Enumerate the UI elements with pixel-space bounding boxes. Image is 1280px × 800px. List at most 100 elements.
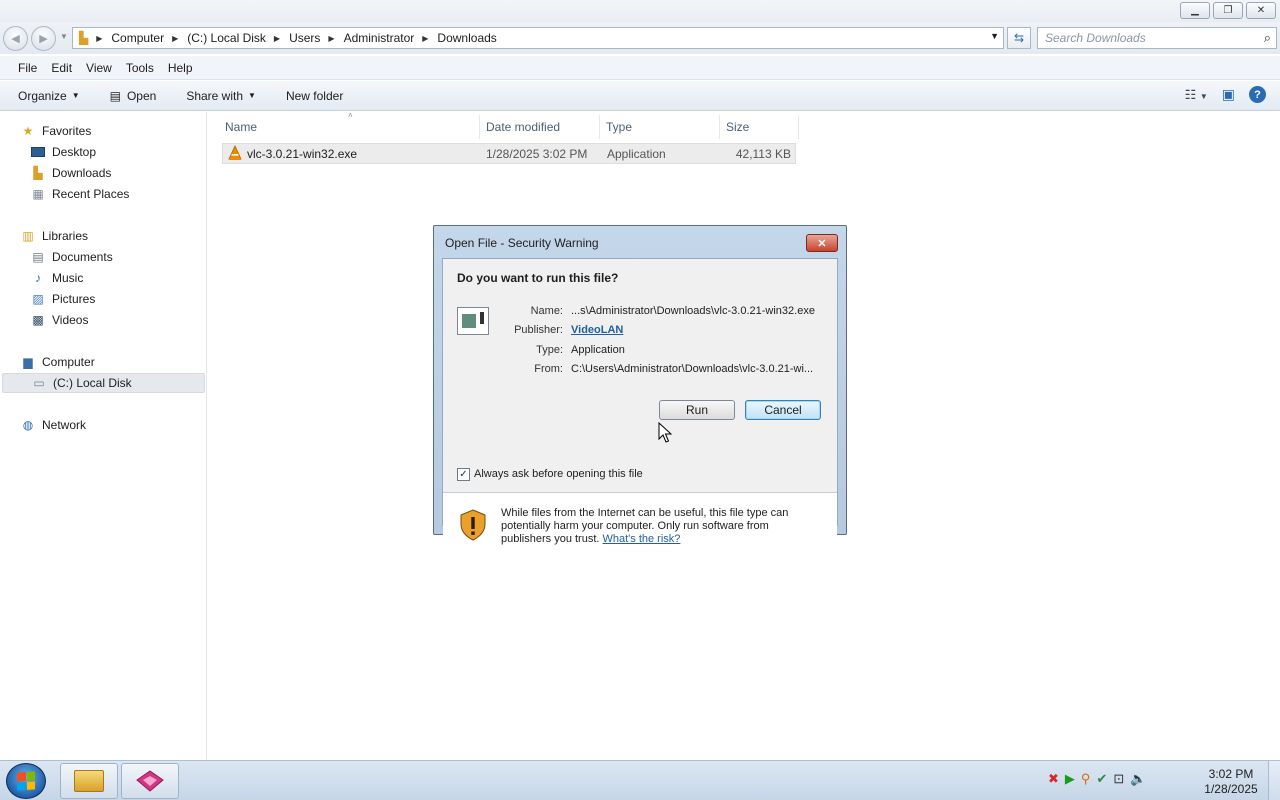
nav-music[interactable]: ♪ Music bbox=[30, 268, 83, 288]
security-center-icon[interactable]: ✔ bbox=[1096, 771, 1107, 787]
nav-desktop[interactable]: Desktop bbox=[30, 142, 96, 162]
nav-videos[interactable]: ▩ Videos bbox=[30, 310, 88, 330]
from-label: From: bbox=[534, 363, 563, 375]
always-ask-label[interactable]: Always ask before opening this file bbox=[474, 468, 643, 480]
column-header-size[interactable]: Size bbox=[719, 115, 799, 139]
file-name: vlc-3.0.21-win32.exe bbox=[247, 147, 358, 161]
share-with-button[interactable]: Share with ▼ bbox=[186, 89, 256, 103]
run-button[interactable]: Run bbox=[659, 400, 735, 420]
breadcrumb-local-disk[interactable]: (C:) Local Disk bbox=[187, 31, 266, 45]
network-icon: ◍ bbox=[22, 418, 34, 432]
view-options-icon[interactable]: ☷ ▼ bbox=[1185, 87, 1208, 103]
network-tray-icon[interactable]: ⊡ bbox=[1113, 771, 1124, 787]
shield-warning-icon bbox=[460, 509, 486, 541]
new-folder-label: New folder bbox=[285, 88, 344, 103]
table-row[interactable]: vlc-3.0.21-win32.exe 1/28/2025 3:02 PM A… bbox=[222, 143, 796, 164]
computer-icon: ▆ bbox=[23, 355, 33, 369]
breadcrumb-users[interactable]: Users bbox=[289, 31, 320, 45]
windows-logo-icon bbox=[17, 771, 35, 791]
dialog-close-button[interactable]: ✕ bbox=[806, 234, 838, 252]
search-input[interactable]: Search Downloads ⌕ bbox=[1037, 27, 1277, 49]
refresh-button[interactable]: ⇆ bbox=[1007, 27, 1031, 49]
nav-computer-label: Computer bbox=[42, 355, 95, 369]
address-bar[interactable]: ▙ ▶ Computer ▶ (C:) Local Disk ▶ Users ▶… bbox=[72, 27, 1004, 49]
taskbar-explorer[interactable] bbox=[60, 763, 118, 799]
start-button[interactable] bbox=[6, 763, 46, 799]
taskbar: ✖ ▶ ⚲ ✔ ⊡ 🔈 3:02 PM 1/28/2025 bbox=[0, 760, 1280, 800]
breadcrumb-computer[interactable]: Computer bbox=[111, 31, 164, 45]
menu-tools[interactable]: Tools bbox=[126, 61, 154, 75]
nav-recent-places[interactable]: ▦ Recent Places bbox=[30, 184, 129, 204]
back-button[interactable]: ◀ bbox=[3, 26, 28, 51]
nav-documents-label: Documents bbox=[52, 250, 113, 264]
taskbar-app[interactable] bbox=[121, 763, 179, 799]
forward-button[interactable]: ▶ bbox=[31, 26, 56, 51]
address-dropdown-icon[interactable]: ▼ bbox=[990, 31, 999, 41]
security-warning-dialog: Open File - Security Warning ✕ Do you wa… bbox=[433, 225, 847, 557]
breadcrumb-separator-icon[interactable]: ▶ bbox=[328, 34, 334, 43]
breadcrumb-administrator[interactable]: Administrator bbox=[344, 31, 415, 45]
file-type: Application bbox=[607, 147, 666, 161]
clock[interactable]: 3:02 PM 1/28/2025 bbox=[1196, 767, 1266, 797]
search-tool-icon[interactable]: ⚲ bbox=[1081, 771, 1091, 787]
checkmark-icon: ✓ bbox=[459, 469, 468, 480]
close-button[interactable]: ✕ bbox=[1246, 2, 1276, 19]
window-title-bar: ▁ ❐ ✕ bbox=[0, 0, 1280, 22]
menu-edit[interactable]: Edit bbox=[51, 61, 72, 75]
recent-pages-dropdown-icon[interactable]: ▼ bbox=[60, 32, 68, 41]
from-value: C:\Users\Administrator\Downloads\vlc-3.0… bbox=[571, 363, 814, 375]
breadcrumb-separator-icon[interactable]: ▶ bbox=[422, 34, 428, 43]
column-name-label: Name bbox=[225, 120, 258, 134]
dialog-body: Do you want to run this file? Name: ...s… bbox=[442, 258, 838, 557]
nav-downloads[interactable]: ▙ Downloads bbox=[30, 163, 111, 183]
navigation-pane: ★ Favorites Desktop ▙ Downloads ▦ Recent… bbox=[0, 112, 207, 760]
search-icon[interactable]: ⌕ bbox=[1264, 30, 1271, 46]
play-icon[interactable]: ▶ bbox=[1065, 771, 1075, 787]
refresh-icon: ⇆ bbox=[1013, 31, 1025, 45]
publisher-link[interactable]: VideoLAN bbox=[571, 324, 623, 336]
volume-icon[interactable]: 🔈 bbox=[1130, 771, 1146, 787]
nav-documents[interactable]: ▤ Documents bbox=[30, 247, 113, 267]
libraries-icon: ▥ bbox=[22, 229, 34, 243]
show-desktop-button[interactable] bbox=[1268, 761, 1280, 800]
pictures-icon: ▨ bbox=[32, 292, 44, 306]
application-icon bbox=[457, 307, 489, 335]
chevron-down-icon: ▼ bbox=[71, 91, 80, 100]
column-header-type[interactable]: Type bbox=[599, 115, 720, 139]
nav-downloads-label: Downloads bbox=[52, 166, 112, 180]
whats-the-risk-link[interactable]: What's the risk? bbox=[603, 533, 681, 545]
command-bar: Organize ▼ ▤ Open Share with ▼ New folde… bbox=[0, 81, 1280, 111]
cancel-button[interactable]: Cancel bbox=[745, 400, 821, 420]
breadcrumb-separator-icon[interactable]: ▶ bbox=[172, 34, 178, 43]
view-controls: ☷ ▼ ▣ ? bbox=[1185, 86, 1266, 103]
column-type-label: Type bbox=[606, 120, 633, 134]
system-tray: ✖ ▶ ⚲ ✔ ⊡ 🔈 bbox=[1048, 771, 1146, 787]
nav-favorites[interactable]: ★ Favorites bbox=[20, 121, 92, 141]
nav-music-label: Music bbox=[52, 271, 84, 285]
nav-computer[interactable]: ▆ Computer bbox=[20, 352, 95, 372]
downloads-folder-icon: ▙ bbox=[33, 166, 43, 180]
breadcrumb-separator-icon[interactable]: ▶ bbox=[96, 34, 102, 43]
open-button[interactable]: ▤ Open bbox=[110, 89, 157, 103]
menu-view[interactable]: View bbox=[86, 61, 112, 75]
stop-icon[interactable]: ✖ bbox=[1048, 771, 1059, 787]
restore-button[interactable]: ❐ bbox=[1213, 2, 1243, 19]
organize-button[interactable]: Organize ▼ bbox=[18, 89, 80, 103]
column-header-name[interactable]: ˄ Name bbox=[218, 111, 480, 139]
breadcrumb-separator-icon[interactable]: ▶ bbox=[274, 34, 280, 43]
new-folder-button[interactable]: New folder bbox=[286, 89, 343, 103]
column-header-date-modified[interactable]: Date modified bbox=[479, 115, 600, 139]
menu-help[interactable]: Help bbox=[168, 61, 193, 75]
nav-local-disk[interactable]: ▭ (C:) Local Disk bbox=[2, 373, 205, 393]
nav-network[interactable]: ◍ Network bbox=[20, 415, 86, 435]
minimize-button[interactable]: ▁ bbox=[1180, 2, 1210, 19]
breadcrumb-downloads[interactable]: Downloads bbox=[437, 31, 496, 45]
help-icon[interactable]: ? bbox=[1249, 86, 1266, 103]
nav-libraries[interactable]: ▥ Libraries bbox=[20, 226, 88, 246]
menu-file[interactable]: File bbox=[18, 61, 37, 75]
restore-icon: ❐ bbox=[1223, 5, 1233, 16]
always-ask-checkbox[interactable]: ✓ bbox=[457, 468, 470, 481]
nav-pictures[interactable]: ▨ Pictures bbox=[30, 289, 95, 309]
preview-pane-icon[interactable]: ▣ bbox=[1222, 86, 1235, 103]
file-date-modified: 1/28/2025 3:02 PM bbox=[486, 147, 588, 161]
